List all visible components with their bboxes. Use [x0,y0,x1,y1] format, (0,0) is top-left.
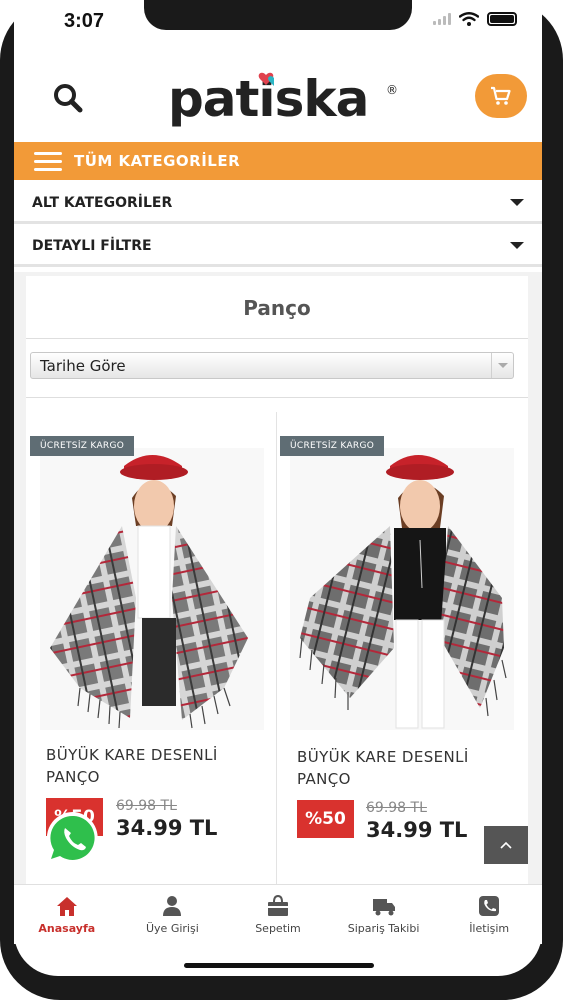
subcategories-label: ALT KATEGORİLER [32,194,173,211]
old-price: 69.98 TL [366,800,427,816]
home-indicator [184,963,374,968]
status-time: 3:07 [64,10,105,32]
whatsapp-button[interactable] [40,808,108,868]
wifi-icon [459,12,479,26]
free-shipping-badge: ÜCRETSİZ KARGO [280,436,385,456]
all-categories-bar[interactable]: TÜM KATEGORİLER [14,142,542,180]
all-categories-label: TÜM KATEGORİLER [74,152,241,170]
bottom-navigation: Anasayfa Üye Girişi Sepetim Sipariş Taki… [14,884,542,944]
user-icon [163,896,182,916]
svg-text:®: ® [386,83,398,97]
search-icon [54,84,83,113]
menu-icon [34,151,62,171]
nav-label: İletişim [469,922,510,935]
nav-cart[interactable]: Sepetim [225,885,331,944]
product-image[interactable] [40,448,264,730]
nav-home[interactable]: Anasayfa [14,885,120,944]
detailed-filter-dropdown[interactable]: DETAYLI FİLTRE [14,227,542,267]
whatsapp-icon [46,811,98,864]
nav-order-tracking[interactable]: Sipariş Takibi [331,885,437,944]
device-notch [144,0,412,30]
old-price: 69.98 TL [116,798,177,814]
sort-selected-value: Tarihe Göre [40,356,126,375]
status-icons [433,12,517,26]
subcategories-dropdown[interactable]: ALT KATEGORİLER [14,184,542,224]
product-image[interactable] [290,448,514,730]
product-name[interactable]: BÜYÜK KARE DESENLİ PANÇO [46,744,256,788]
home-icon [56,897,77,916]
divider [26,338,528,339]
sort-select[interactable]: Tarihe Göre [30,352,514,379]
detailed-filter-label: DETAYLI FİLTRE [32,237,152,254]
brand-logo[interactable]: patiska ® [164,70,404,130]
nav-label: Üye Girişi [146,922,199,935]
price: 34.99 TL [116,816,218,840]
price: 34.99 TL [366,818,468,842]
scroll-to-top-button[interactable] [484,826,528,864]
chevron-down-icon [510,242,524,249]
truck-icon [372,899,395,916]
product-card[interactable]: ÜCRETSİZ KARGO BÜYÜK KARE DESENLİ PANÇO … [278,426,522,866]
search-button[interactable] [50,80,86,116]
cart-button[interactable] [475,74,527,118]
free-shipping-badge: ÜCRETSİZ KARGO [30,436,135,456]
phone-icon [479,896,500,916]
cellular-signal-icon [433,13,451,25]
chevron-down-icon [491,353,513,378]
nav-login[interactable]: Üye Girişi [120,885,226,944]
column-separator [276,412,277,884]
cart-icon [491,86,511,105]
discount-badge: %50 [297,800,354,838]
page-title: Panço [243,296,311,320]
product-card[interactable]: ÜCRETSİZ KARGO BÜYÜK KARE DESENLİ PANÇO … [26,426,270,866]
app-header: patiska ® [14,58,542,138]
nav-contact[interactable]: İletişim [436,885,542,944]
product-listing: Panço Tarihe Göre ÜCRETSİZ KARGO BÜYÜK K… [26,276,528,884]
bag-icon [267,895,288,916]
nav-label: Anasayfa [38,922,96,935]
chevron-down-icon [510,199,524,206]
nav-label: Sipariş Takibi [347,922,420,935]
product-name[interactable]: BÜYÜK KARE DESENLİ PANÇO [297,746,507,790]
chevron-up-icon [500,841,512,849]
divider [26,397,528,398]
battery-icon [487,12,517,26]
nav-label: Sepetim [255,922,301,935]
